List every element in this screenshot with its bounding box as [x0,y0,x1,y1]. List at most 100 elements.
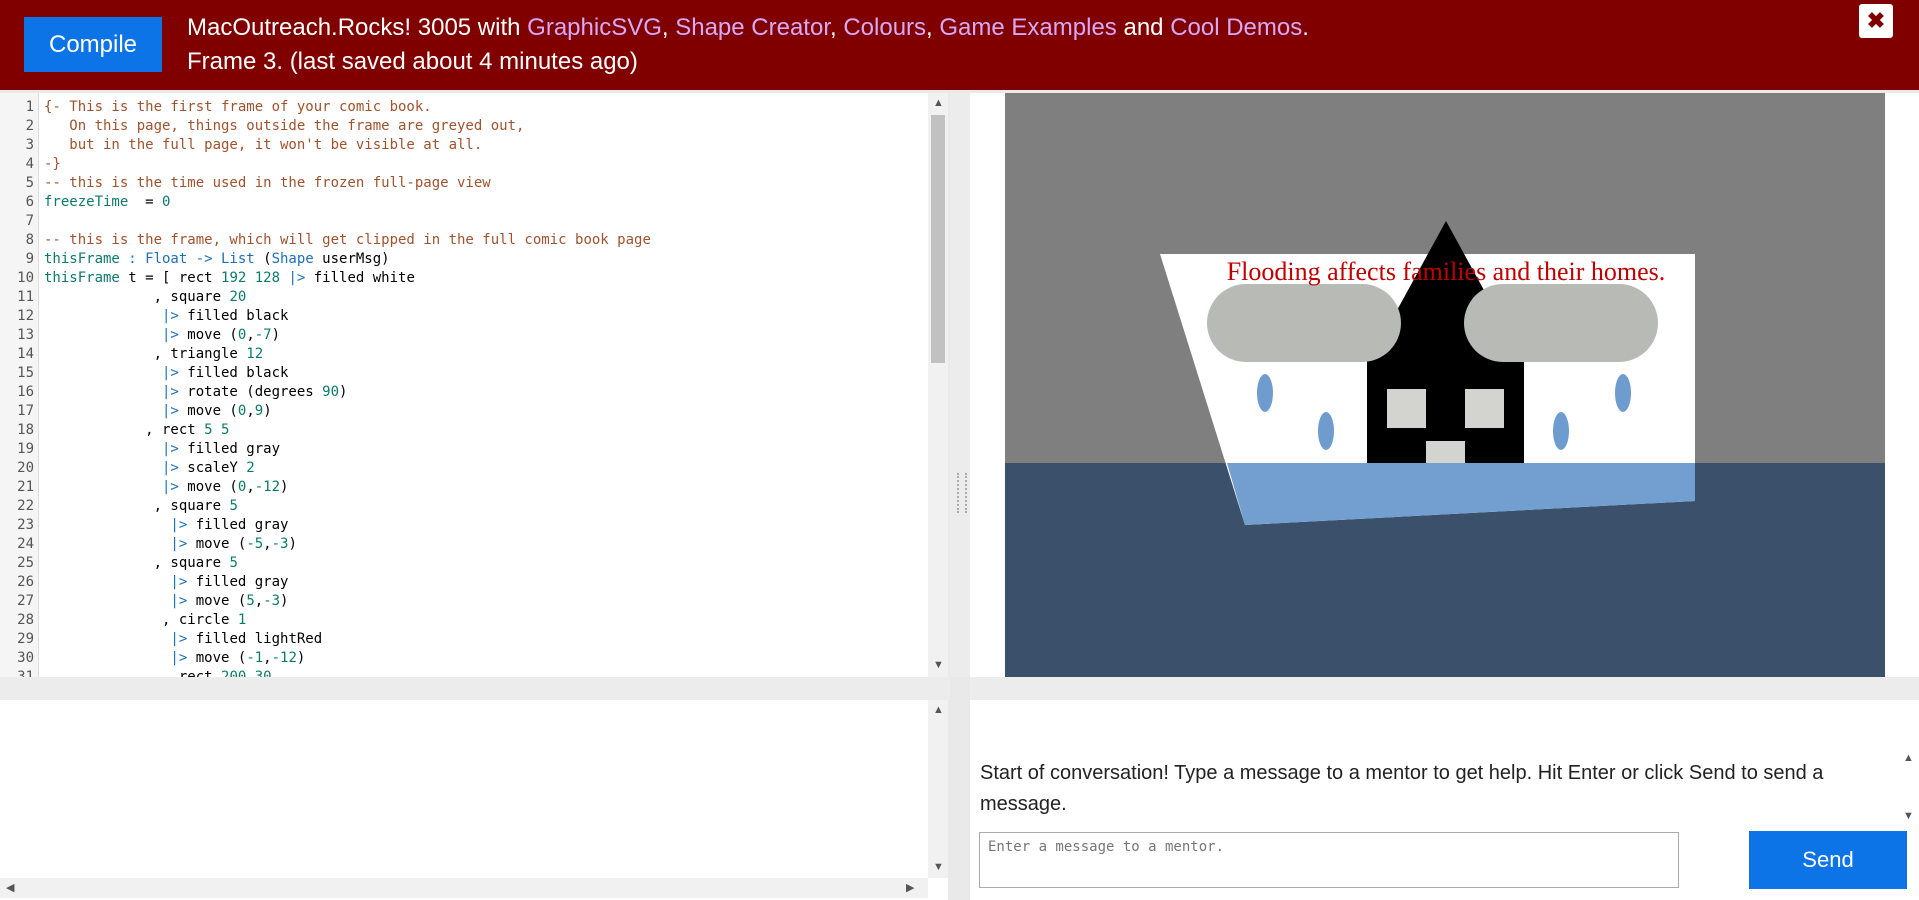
line-number: 16 [17,384,34,400]
line-number: 27 [17,593,34,609]
title-separator: , [926,14,940,41]
line-number: 10 [17,270,34,286]
code-line[interactable]: |> scaleY 2 [44,459,255,478]
line-number-gutter: 1 2 3 4 5 6 7 8 9 10 11 12 13 14 15 16 17 18 19 20 21 22 23 24 2… [0,93,39,677]
line-number: 3 [25,137,34,153]
preview-panel: Flooding affects families and their home… [970,93,1919,677]
line-number: 5 [25,175,34,191]
code-line[interactable]: |> filled gray [44,440,280,459]
editor-scroll-thumb[interactable] [931,115,945,363]
scroll-right-arrow-icon[interactable]: ▶ [906,881,914,894]
house-window-right [1465,389,1504,428]
line-number: 9 [25,251,34,267]
compiler-output-panel: ▲ ▼ ◀ ▶ [0,700,948,900]
line-number: 6 [25,194,34,210]
send-button[interactable]: Send [1749,831,1907,889]
title-suffix: . [1302,14,1309,41]
scroll-up-arrow-icon[interactable]: ▲ [1903,752,1914,764]
link-colours[interactable]: Colours [843,14,926,41]
title-separator: , [661,14,676,41]
output-horizontal-scrollbar[interactable]: ◀ ▶ [0,878,928,898]
line-number: 1 [25,99,34,115]
line-number: 2 [25,118,34,134]
mentor-message-input[interactable] [979,832,1679,888]
raindrop [1615,374,1631,412]
code-line[interactable]: |> move (-5,-3) [44,535,296,554]
code-line[interactable]: |> move (0,-12) [44,478,288,497]
code-line[interactable]: |> filled black [44,364,288,383]
code-line[interactable]: thisFrame : Float -> List (Shape userMsg… [44,250,390,269]
splitter-grip-icon[interactable] [957,473,967,513]
scroll-down-arrow-icon[interactable]: ▼ [1903,810,1914,822]
close-icon[interactable]: ✖ [1859,4,1893,38]
scroll-down-arrow-icon[interactable]: ▼ [933,659,944,671]
code-line[interactable]: |> rotate (degrees 90) [44,383,347,402]
line-number: 11 [17,289,34,305]
line-number: 8 [25,232,34,248]
output-vertical-scrollbar[interactable]: ▲ ▼ [928,700,948,878]
link-cool-demos[interactable]: Cool Demos [1170,14,1302,41]
compile-button[interactable]: Compile [24,17,162,72]
link-shape-creator[interactable]: Shape Creator [675,14,830,41]
code-line[interactable]: freezeTime = 0 [44,193,170,212]
line-number: 20 [17,460,34,476]
link-game-examples[interactable]: Game Examples [939,14,1116,41]
title-separator: and [1116,14,1171,41]
vertical-splitter[interactable] [950,93,970,677]
line-number: 18 [17,422,34,438]
comic-frame-canvas: Flooding affects families and their home… [1005,93,1885,677]
code-line[interactable]: |> move (0,-7) [44,326,280,345]
chat-start-message: Start of conversation! Type a message to… [980,762,1824,815]
line-number: 25 [17,555,34,571]
code-line[interactable]: |> filled lightRed [44,630,322,649]
line-number: 30 [17,650,34,666]
code-line[interactable]: thisFrame t = [ rect 192 128 |> filled w… [44,269,415,288]
frame-status: Frame 3. (last saved about 4 minutes ago… [187,48,638,75]
line-number: 24 [17,536,34,552]
code-line[interactable]: |> filled gray [44,516,288,535]
scroll-up-arrow-icon[interactable]: ▲ [933,97,944,109]
editor-vertical-scrollbar[interactable]: ▲ ▼ [928,93,948,677]
code-line[interactable]: , circle 1 [44,611,246,630]
line-number: 21 [17,479,34,495]
house-window-left [1387,389,1426,428]
code-line[interactable]: , triangle 12 [44,345,264,364]
line-number: 19 [17,441,34,457]
line-number: 28 [17,612,34,628]
mentor-chat-panel: Start of conversation! Type a message to… [970,700,1919,900]
preview-chat-splitter[interactable] [970,677,1919,700]
chat-scrollbar[interactable]: ▲ ▼ [1898,750,1918,830]
scroll-up-arrow-icon[interactable]: ▲ [933,704,944,716]
code-line[interactable]: but in the full page, it won't be visibl… [44,136,482,155]
app-title: MacOutreach.Rocks! 3005 with GraphicSVG,… [187,14,1309,42]
code-editor[interactable]: 1 2 3 4 5 6 7 8 9 10 11 12 13 14 15 16 17 18 19 20 21 22 23 24 2… [0,93,948,677]
code-line[interactable]: -} [44,155,61,174]
code-line[interactable]: |> filled gray [44,573,288,592]
editor-output-splitter[interactable] [0,677,950,700]
code-line[interactable]: |> move (5,-3) [44,592,288,611]
code-line[interactable]: On this page, things outside the frame a… [44,117,524,136]
raindrop [1318,412,1334,450]
line-number: 22 [17,498,34,514]
code-line[interactable]: |> move (0,9) [44,402,272,421]
scroll-down-arrow-icon[interactable]: ▼ [933,861,944,873]
code-line[interactable]: -- this is the time used in the frozen f… [44,174,491,193]
line-number: 13 [17,327,34,343]
code-line[interactable]: |> move (-1,-12) [44,649,305,668]
code-line[interactable]: , square 5 [44,554,238,573]
code-line[interactable]: -- this is the frame, which will get cli… [44,231,651,250]
line-number: 31 [17,669,34,677]
code-line[interactable]: , square 5 [44,497,238,516]
code-line[interactable]: , rect 200 30 [44,668,272,677]
cloud-right [1464,284,1658,362]
code-line[interactable]: {- This is the first frame of your comic… [44,98,432,117]
code-line[interactable]: , square 20 [44,288,247,307]
raindrop [1257,374,1273,412]
line-number: 26 [17,574,34,590]
link-graphicsvg[interactable]: GraphicSVG [527,14,662,41]
code-line[interactable]: , rect 5 5 [44,421,229,440]
scroll-left-arrow-icon[interactable]: ◀ [6,881,14,894]
line-number: 23 [17,517,34,533]
line-number: 4 [25,156,34,172]
code-line[interactable]: |> filled black [44,307,288,326]
